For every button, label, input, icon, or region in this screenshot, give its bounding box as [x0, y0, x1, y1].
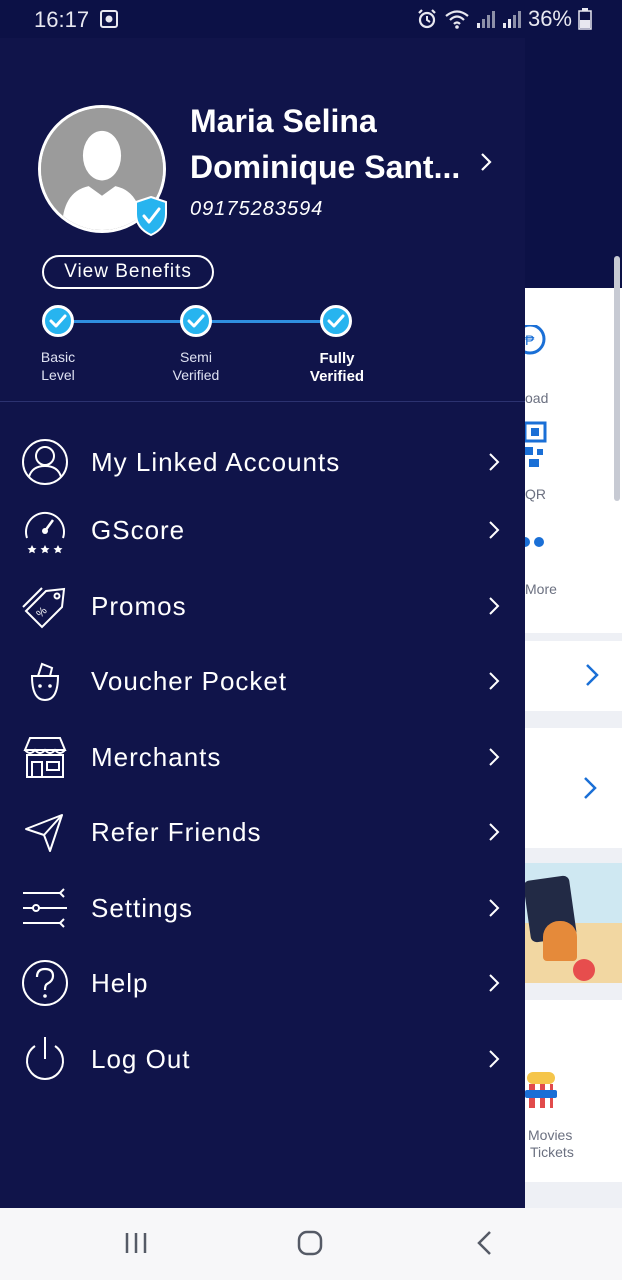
signal-icon [502, 11, 521, 28]
step-label-basic: Basic Level [40, 349, 76, 383]
menu-label: Merchants [91, 741, 222, 772]
step-label-semi: Semi Verified [172, 349, 220, 383]
menu-label: Refer Friends [91, 816, 262, 847]
battery-percent: 36% [527, 6, 572, 31]
phone-number: 09175283594 [190, 198, 324, 220]
carousel-dots [525, 537, 544, 547]
background-header [525, 38, 622, 288]
promo-tag-icon: % [22, 587, 66, 629]
chevron-right-icon [489, 748, 500, 766]
system-navigation-bar [0, 1208, 622, 1280]
user-name[interactable]: Maria Selina Dominique Sant... [190, 98, 490, 190]
chevron-right-icon [489, 974, 500, 992]
movie-popcorn-icon [525, 1072, 557, 1108]
background-label-movies: Movies [528, 1127, 573, 1143]
back-icon[interactable] [476, 1230, 494, 1256]
menu-label: Help [91, 967, 149, 998]
help-question-icon [22, 960, 68, 1006]
menu-item-refer-friends[interactable]: Refer Friends [0, 802, 525, 862]
menu-item-settings[interactable]: Settings [0, 878, 525, 938]
verified-shield-icon [135, 196, 167, 236]
chevron-right-icon [489, 899, 500, 917]
menu-label: Settings [91, 892, 193, 923]
user-name-line2: Dominique Sant... [190, 149, 461, 185]
menu-item-promos[interactable]: % Promos [0, 576, 525, 636]
step-semi-check [180, 305, 212, 337]
battery-icon [578, 8, 592, 30]
chevron-right-icon [489, 672, 500, 690]
status-bar: 16:17 36% [0, 0, 622, 38]
settings-sliders-icon [23, 888, 67, 928]
merchant-store-icon [23, 737, 67, 778]
menu-label: Voucher Pocket [91, 665, 288, 696]
menu-label: Promos [91, 590, 187, 621]
background-scrollbar [614, 256, 620, 501]
chevron-right-icon [489, 521, 500, 539]
home-icon[interactable] [297, 1230, 323, 1256]
step-basic-check [42, 305, 74, 337]
load-icon: ₱ [525, 325, 546, 355]
chevron-right-icon [584, 777, 597, 799]
menu-item-log-out[interactable]: Log Out [0, 1029, 525, 1089]
voucher-pocket-icon [30, 662, 60, 702]
background-label-more: More [525, 581, 557, 597]
menu-label: Log Out [91, 1043, 191, 1074]
status-time: 16:17 [34, 7, 90, 32]
paper-plane-icon [25, 814, 63, 852]
menu-item-my-linked-accounts[interactable]: My Linked Accounts [0, 432, 525, 492]
signal-icon [476, 11, 495, 28]
menu-label: GScore [91, 514, 186, 545]
menu-item-gscore[interactable]: GScore [0, 500, 525, 560]
chevron-right-icon [489, 453, 500, 471]
wifi-icon [445, 10, 469, 29]
background-label-load: oad [525, 390, 549, 406]
power-icon [26, 1037, 64, 1080]
chevron-right-icon [489, 597, 500, 615]
promo-banner-image [525, 863, 622, 983]
recent-apps-icon[interactable] [124, 1230, 150, 1256]
background-label-qr: QR [525, 486, 546, 502]
nfc-icon [100, 10, 118, 28]
menu-item-voucher-pocket[interactable]: Voucher Pocket [0, 651, 525, 711]
profile-chevron-right-icon[interactable] [480, 152, 492, 172]
chevron-right-icon [586, 664, 599, 686]
menu-label: My Linked Accounts [91, 446, 341, 477]
background-label-tickets: Tickets [530, 1144, 574, 1160]
chevron-right-icon [489, 823, 500, 841]
background-row-card [525, 728, 622, 848]
linked-accounts-icon [22, 439, 68, 485]
status-icons: 36% [416, 6, 592, 32]
alarm-icon [418, 9, 436, 29]
svg-text:%: % [34, 605, 50, 621]
chevron-right-icon [489, 1050, 500, 1068]
step-label-fully: Fully Verified [309, 350, 365, 385]
profile-divider [0, 401, 525, 402]
check-icon [327, 314, 345, 328]
background-row-card [525, 641, 622, 711]
qr-icon [525, 421, 547, 467]
view-benefits-button[interactable]: View Benefits [42, 255, 214, 289]
check-icon [187, 314, 205, 328]
background-app: ₱ oad QR More Movies Tickets [525, 38, 622, 1208]
gscore-gauge-icon [25, 511, 65, 554]
step-fully-check [320, 305, 352, 337]
svg-text:₱: ₱ [525, 332, 535, 348]
user-name-line1: Maria Selina [190, 103, 377, 139]
menu-item-merchants[interactable]: Merchants [0, 727, 525, 787]
check-icon [49, 314, 67, 328]
menu-item-help[interactable]: Help [0, 953, 525, 1013]
navigation-drawer: Maria Selina Dominique Sant... 091752835… [0, 38, 525, 1208]
